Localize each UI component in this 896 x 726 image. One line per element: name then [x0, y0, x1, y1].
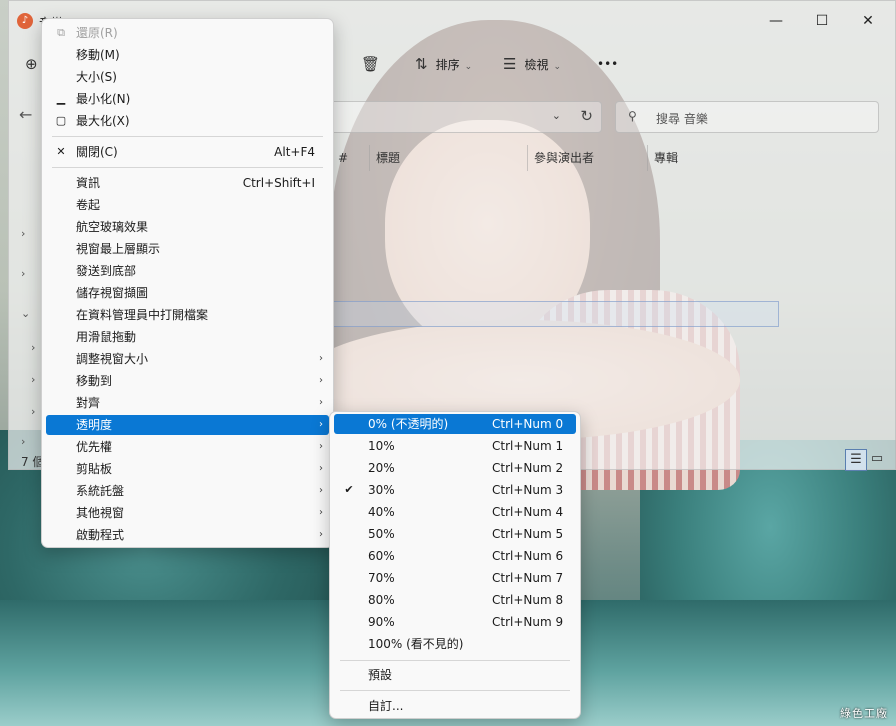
music-app-icon: ♪ — [17, 13, 33, 29]
minimize-icon: ▁ — [56, 92, 66, 105]
menu-item-aero-glass[interactable]: 航空玻璃效果 — [46, 217, 329, 237]
search-icon: ⚲ — [628, 109, 637, 123]
chevron-down-icon: ⌄ — [553, 62, 562, 72]
menu-item-opacity-90[interactable]: 90% Ctrl+Num 9 — [334, 612, 576, 632]
chevron-down-icon[interactable]: ⌄ — [552, 109, 561, 122]
menu-separator — [340, 690, 570, 691]
menu-item-priority[interactable]: 优先權 › — [46, 437, 329, 457]
menu-item-size[interactable]: 大小(S) — [46, 67, 329, 87]
chevron-down-icon: ⌄ — [464, 62, 473, 72]
menu-item-custom[interactable]: 自訂... — [334, 696, 576, 716]
sort-label: 排序 — [435, 58, 460, 72]
menu-item-opacity-40[interactable]: 40% Ctrl+Num 4 — [334, 502, 576, 522]
delete-button[interactable]: 🗑 — [361, 43, 388, 85]
column-title[interactable]: 標題 — [369, 145, 527, 171]
menu-item-launch-program[interactable]: 啟動程式 › — [46, 525, 329, 545]
address-bar[interactable]: ⌄ ↻ — [329, 101, 602, 133]
column-album[interactable]: 專輯 — [647, 145, 783, 171]
submenu-arrow-icon: › — [319, 529, 323, 540]
details-view-icon[interactable]: ☰ — [845, 449, 867, 471]
view-button[interactable]: ☰ 檢視 ⌄ — [503, 43, 561, 85]
submenu-arrow-icon: › — [319, 353, 323, 364]
submenu-arrow-icon: › — [319, 397, 323, 408]
menu-item-info[interactable]: 資訊 Ctrl+Shift+I — [46, 173, 329, 193]
close-button[interactable]: ✕ — [845, 7, 891, 35]
menu-item-opacity-70[interactable]: 70% Ctrl+Num 7 — [334, 568, 576, 588]
menu-item-opacity-50[interactable]: 50% Ctrl+Num 5 — [334, 524, 576, 544]
menu-item-move-to[interactable]: 移動到 › — [46, 371, 329, 391]
plus-circle-icon: ⊕ — [25, 55, 38, 73]
menu-item-transparency[interactable]: 透明度 › — [46, 415, 329, 435]
menu-item-send-to-bottom[interactable]: 發送到底部 — [46, 261, 329, 281]
menu-item-save-screenshot[interactable]: 儲存視窗擷圖 — [46, 283, 329, 303]
nav-chevron-icon[interactable]: › — [21, 435, 25, 448]
menu-item-opacity-30[interactable]: ✔ 30% Ctrl+Num 3 — [334, 480, 576, 500]
menu-separator — [52, 136, 323, 137]
menu-item-system-tray[interactable]: 系統託盤 › — [46, 481, 329, 501]
menu-item-default[interactable]: 預設 — [334, 665, 576, 685]
submenu-arrow-icon: › — [319, 463, 323, 474]
checkmark-icon: ✔ — [344, 483, 354, 496]
menu-item-open-in-explorer[interactable]: 在資料管理員中打開檔案 — [46, 305, 329, 325]
menu-item-other-windows[interactable]: 其他視窗 › — [46, 503, 329, 523]
menu-item-rollup[interactable]: 卷起 — [46, 195, 329, 215]
back-arrow-icon[interactable]: ← — [19, 105, 32, 124]
menu-item-close[interactable]: ✕ 關閉(C) Alt+F4 — [46, 142, 329, 162]
selected-file-row[interactable] — [329, 301, 779, 327]
trash-icon: 🗑 — [361, 55, 381, 73]
maximize-icon: ▢ — [55, 114, 67, 127]
search-input[interactable]: ⚲ 搜尋 音樂 — [615, 101, 879, 133]
sort-button[interactable]: ⇅ 排序 ⌄ — [415, 43, 472, 85]
nav-chevron-icon[interactable]: › — [31, 373, 35, 386]
tiles-view-icon[interactable]: ▭ — [867, 449, 887, 469]
menu-item-opacity-10[interactable]: 10% Ctrl+Num 1 — [334, 436, 576, 456]
restore-icon: ⧉ — [57, 26, 65, 39]
more-button[interactable]: ••• — [597, 43, 618, 85]
menu-item-opacity-80[interactable]: 80% Ctrl+Num 8 — [334, 590, 576, 610]
column-artist[interactable]: 參與演出者 — [527, 145, 647, 171]
menu-item-clipboard[interactable]: 剪貼板 › — [46, 459, 329, 479]
submenu-arrow-icon: › — [319, 507, 323, 518]
submenu-arrow-icon: › — [319, 441, 323, 452]
sort-icon: ⇅ — [415, 55, 428, 73]
submenu-arrow-icon: › — [319, 485, 323, 496]
window-context-menu: ⧉ 還原(R) 移動(M) 大小(S) ▁ 最小化(N) ▢ 最大化(X) ✕ … — [41, 18, 334, 548]
nav-chevron-icon[interactable]: › — [31, 405, 35, 418]
nav-chevron-icon[interactable]: › — [31, 341, 35, 354]
menu-item-align[interactable]: 對齊 › — [46, 393, 329, 413]
menu-item-maximize[interactable]: ▢ 最大化(X) — [46, 111, 329, 131]
menu-item-opacity-20[interactable]: 20% Ctrl+Num 2 — [334, 458, 576, 478]
refresh-icon[interactable]: ↻ — [580, 107, 593, 125]
menu-item-mouse-drag[interactable]: 用滑鼠拖動 — [46, 327, 329, 347]
minimize-button[interactable]: — — [753, 7, 799, 35]
close-icon: ✕ — [56, 145, 66, 158]
search-placeholder: 搜尋 音樂 — [656, 112, 708, 126]
nav-chevron-icon[interactable]: › — [21, 267, 25, 280]
menu-separator — [340, 660, 570, 661]
submenu-arrow-icon: › — [319, 419, 323, 430]
view-icon: ☰ — [503, 55, 517, 73]
submenu-arrow-icon: › — [319, 375, 323, 386]
nav-expanded-chevron-icon[interactable]: ⌄ — [21, 307, 30, 320]
view-label: 檢視 — [524, 58, 549, 72]
menu-item-resize[interactable]: 調整視窗大小 › — [46, 349, 329, 369]
menu-item-restore[interactable]: ⧉ 還原(R) — [46, 23, 329, 43]
column-number[interactable]: # — [331, 145, 369, 171]
menu-item-opacity-100[interactable]: 100% (看不見的) — [334, 634, 576, 654]
menu-item-minimize[interactable]: ▁ 最小化(N) — [46, 89, 329, 109]
watermark-logo: 綠色工廠 — [840, 707, 888, 720]
menu-item-always-on-top[interactable]: 視窗最上層顯示 — [46, 239, 329, 259]
menu-item-opacity-60[interactable]: 60% Ctrl+Num 6 — [334, 546, 576, 566]
menu-item-move[interactable]: 移動(M) — [46, 45, 329, 65]
transparency-submenu: 0% (不透明的) Ctrl+Num 0 10% Ctrl+Num 1 20% … — [329, 411, 581, 719]
maximize-button[interactable]: ☐ — [799, 7, 845, 35]
menu-separator — [52, 167, 323, 168]
menu-item-opacity-0[interactable]: 0% (不透明的) Ctrl+Num 0 — [334, 414, 576, 434]
nav-chevron-icon[interactable]: › — [21, 227, 25, 240]
